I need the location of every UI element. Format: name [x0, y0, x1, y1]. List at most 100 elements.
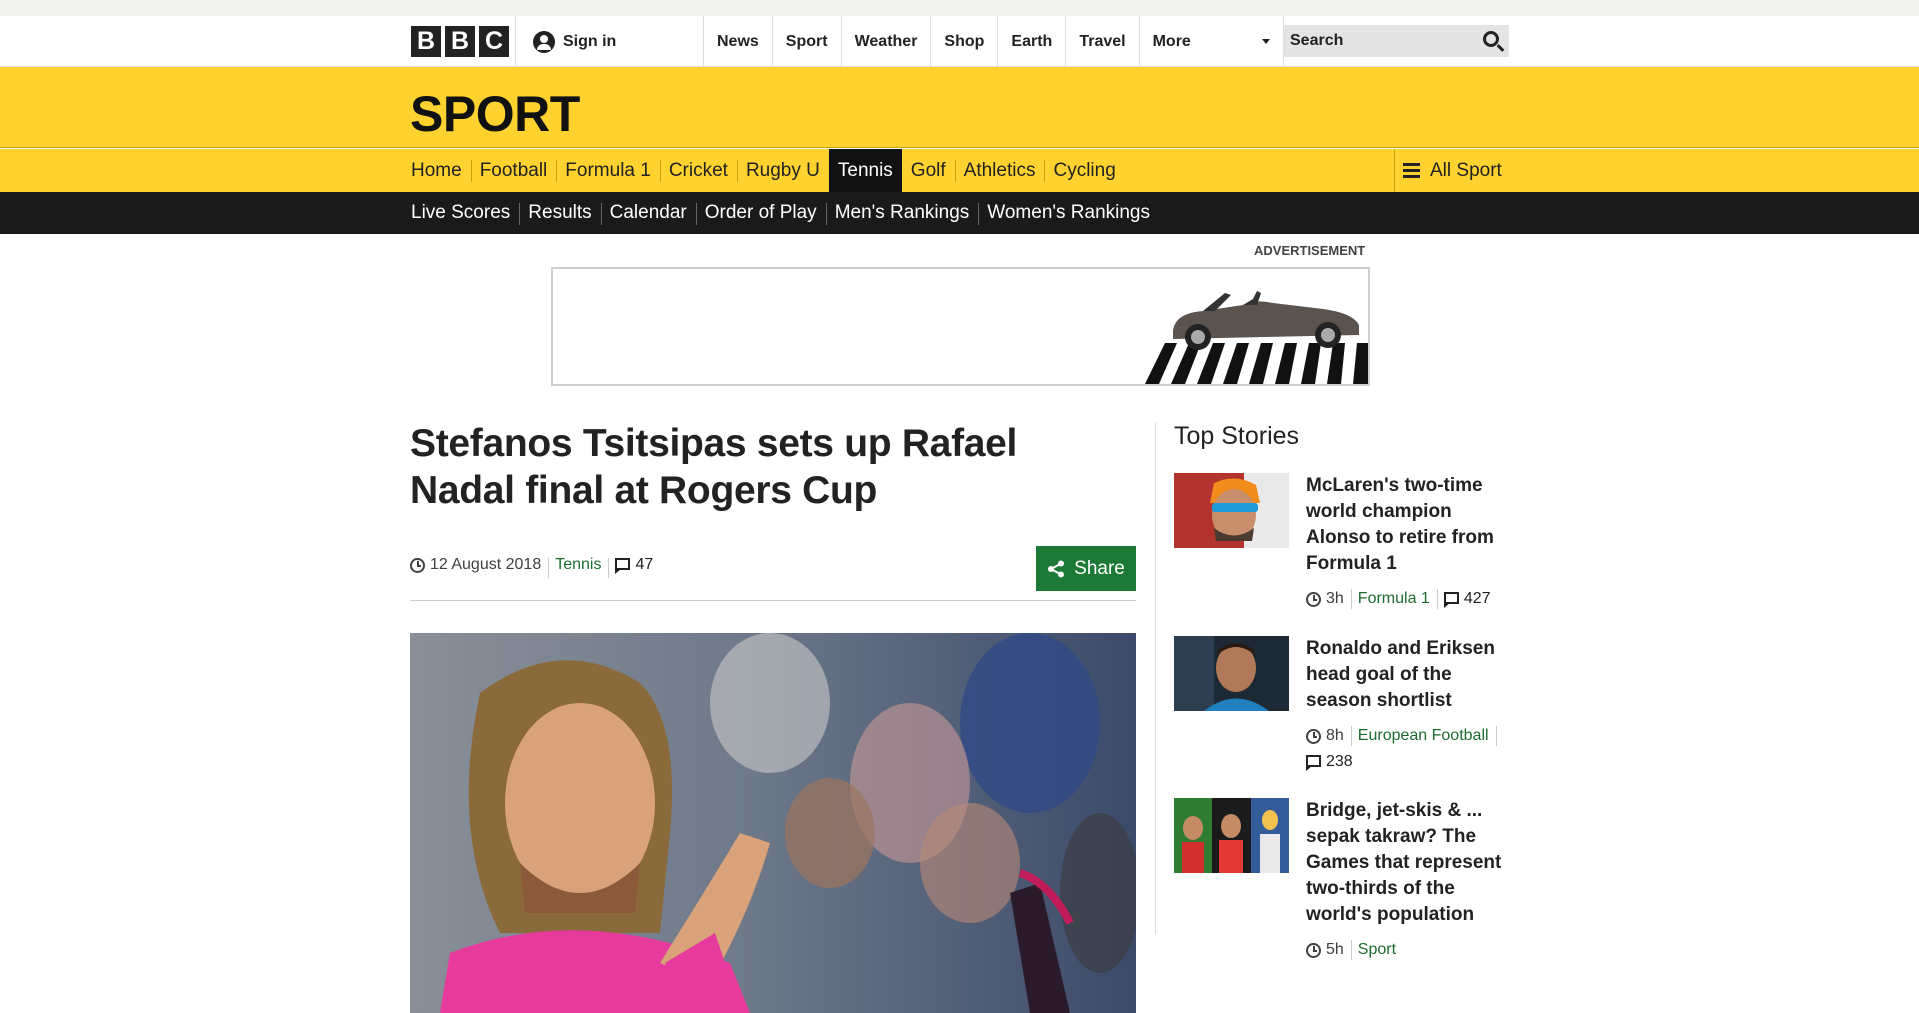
story-time: 3h	[1306, 589, 1351, 609]
story-section[interactable]: European Football	[1350, 726, 1496, 746]
asian-games-thumbnail-image	[1174, 798, 1289, 873]
story-meta: 3h Formula 1 427	[1306, 589, 1514, 609]
sub-nav-womens-rankings[interactable]: Women's Rankings	[978, 192, 1159, 234]
header-divider	[515, 16, 516, 67]
user-icon	[533, 31, 555, 53]
story-title[interactable]: McLaren's two-time world champion Alonso…	[1306, 473, 1514, 577]
meta-divider	[410, 600, 1136, 601]
story-comments[interactable]: 238	[1306, 752, 1360, 772]
story-time-text: 3h	[1326, 590, 1344, 607]
article-date-text: 12 August 2018	[430, 556, 542, 573]
sport-nav-cricket[interactable]: Cricket	[659, 149, 737, 192]
browser-top-strip	[0, 0, 1919, 16]
advertisement-label: ADVERTISEMENT	[1254, 243, 1366, 258]
story-thumbnail[interactable]	[1174, 798, 1289, 873]
comment-icon	[615, 558, 631, 574]
sport-masthead: SPORT	[0, 67, 1919, 148]
convertible-car-ad-image	[1145, 291, 1368, 384]
global-nav-shop[interactable]: Shop	[930, 16, 997, 67]
story-comment-count: 427	[1463, 590, 1491, 607]
sidebar-divider	[1155, 422, 1156, 934]
share-label: Share	[1074, 557, 1125, 579]
tennis-sub-nav: Live Scores Results Calendar Order of Pl…	[0, 192, 1919, 234]
sub-nav-order-of-play[interactable]: Order of Play	[695, 192, 826, 234]
sport-nav: Home Football Formula 1 Cricket Rugby U …	[0, 149, 1919, 192]
share-icon	[1048, 560, 1065, 577]
article-meta: 12 August 2018 Tennis 47	[410, 553, 660, 578]
story-thumbnail[interactable]	[1174, 636, 1289, 711]
sport-nav-rugby-union[interactable]: Rugby U	[736, 149, 829, 192]
tennis-player-photo	[410, 633, 1136, 1013]
ronaldo-thumbnail-image	[1174, 636, 1289, 711]
top-story-item[interactable]: Ronaldo and Eriksen head goal of the sea…	[1174, 636, 1514, 776]
logo-letter-b1: B	[411, 26, 441, 57]
meta-separator	[1495, 726, 1497, 746]
global-nav-more[interactable]: More	[1138, 16, 1284, 67]
article-section-link[interactable]: Tennis	[555, 556, 601, 574]
sub-nav-results[interactable]: Results	[519, 192, 600, 234]
top-story-item[interactable]: Bridge, jet-skis & ... sepak takraw? The…	[1174, 798, 1514, 968]
car-body	[1173, 291, 1359, 350]
sport-nav-football[interactable]: Football	[470, 149, 557, 192]
sign-in-link[interactable]: Sign in	[533, 27, 616, 57]
sport-nav-formula-1[interactable]: Formula 1	[556, 149, 660, 192]
story-comment-count: 238	[1326, 753, 1353, 770]
clock-icon	[1306, 728, 1321, 744]
more-label: More	[1152, 32, 1191, 50]
article-date: 12 August 2018	[410, 556, 548, 574]
article-headline: Stefanos Tsitsipas sets up Rafael Nadal …	[410, 422, 1018, 512]
sport-nav-home[interactable]: Home	[402, 149, 471, 192]
sport-nav-golf[interactable]: Golf	[902, 149, 955, 192]
sign-in-label: Sign in	[563, 33, 617, 50]
article-section[interactable]: Tennis	[548, 556, 608, 578]
article-comments[interactable]: 47	[608, 556, 660, 578]
all-sport-button[interactable]: All Sport	[1394, 149, 1509, 192]
top-story-item[interactable]: McLaren's two-time world champion Alonso…	[1174, 473, 1514, 613]
sub-nav-calendar[interactable]: Calendar	[600, 192, 696, 234]
global-nav: News Sport Weather Shop Earth Travel Mor…	[703, 16, 1284, 67]
story-time: 5h	[1306, 940, 1351, 960]
story-thumbnail[interactable]	[1174, 473, 1289, 548]
story-section-link[interactable]: Formula 1	[1358, 590, 1430, 608]
global-nav-sport[interactable]: Sport	[771, 16, 841, 67]
global-nav-weather[interactable]: Weather	[840, 16, 931, 67]
logo-letter-c: C	[479, 26, 509, 57]
story-section-link[interactable]: Sport	[1358, 941, 1396, 959]
article-hero-image	[410, 633, 1136, 1013]
global-header: B B C Sign in News Sport Weather Shop Ea…	[0, 16, 1919, 67]
menu-icon	[1403, 163, 1420, 178]
bbc-logo[interactable]: B B C	[411, 26, 509, 57]
sport-nav-cycling[interactable]: Cycling	[1044, 149, 1124, 192]
story-section[interactable]: Sport	[1350, 940, 1403, 960]
story-title[interactable]: Bridge, jet-skis & ... sepak takraw? The…	[1306, 798, 1514, 928]
global-nav-news[interactable]: News	[703, 16, 772, 67]
story-comments[interactable]: 427	[1436, 589, 1498, 609]
sport-nav-tennis[interactable]: Tennis	[828, 149, 902, 192]
story-time-text: 8h	[1326, 727, 1344, 744]
global-nav-travel[interactable]: Travel	[1065, 16, 1138, 67]
global-nav-earth[interactable]: Earth	[997, 16, 1065, 67]
sport-title[interactable]: SPORT	[410, 85, 580, 143]
top-stories-title: Top Stories	[1174, 422, 1300, 450]
search-box	[1284, 25, 1509, 57]
caret-down-icon	[1261, 39, 1270, 44]
all-sport-label: All Sport	[1430, 159, 1502, 181]
clock-icon	[1306, 591, 1321, 607]
sport-nav-athletics[interactable]: Athletics	[954, 149, 1045, 192]
article-comment-count: 47	[635, 556, 654, 573]
story-time-text: 5h	[1326, 941, 1344, 958]
story-title[interactable]: Ronaldo and Eriksen head goal of the sea…	[1306, 636, 1514, 714]
search-input[interactable]	[1290, 32, 1460, 50]
comment-icon	[1443, 592, 1459, 608]
search-icon[interactable]	[1483, 31, 1499, 47]
sub-nav-live-scores[interactable]: Live Scores	[402, 192, 519, 234]
story-section[interactable]: Formula 1	[1350, 589, 1437, 609]
advertisement-banner[interactable]	[551, 267, 1370, 386]
clock-icon	[410, 557, 425, 573]
story-meta: 8h European Football 238	[1306, 726, 1514, 772]
sub-nav-mens-rankings[interactable]: Men's Rankings	[825, 192, 979, 234]
crosswalk-stripes	[1145, 343, 1368, 384]
story-section-link[interactable]: European Football	[1358, 727, 1489, 745]
share-button[interactable]: Share	[1036, 546, 1136, 591]
alonso-thumbnail-image	[1174, 473, 1289, 548]
